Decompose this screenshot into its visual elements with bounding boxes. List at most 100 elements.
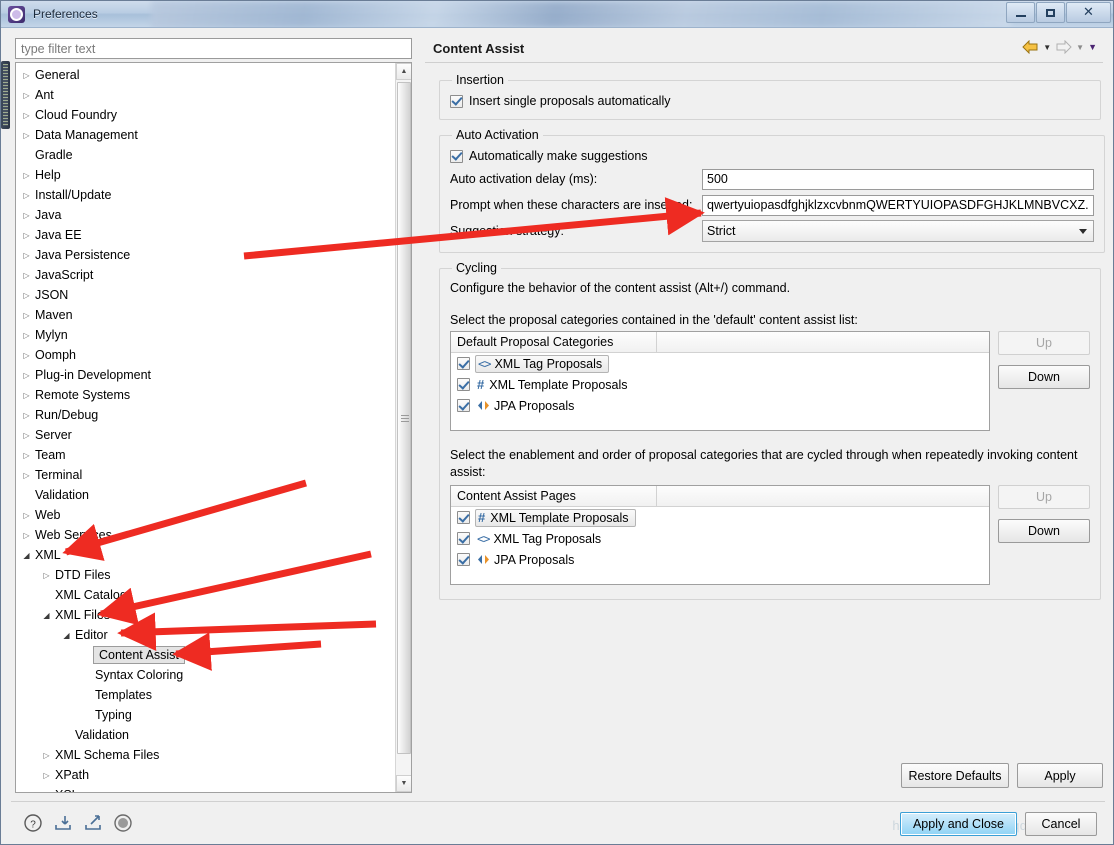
twisty-expanded-icon[interactable]: ◢ bbox=[60, 631, 73, 640]
export-icon[interactable] bbox=[83, 813, 103, 833]
table-row[interactable]: # XML Template Proposals bbox=[451, 374, 989, 395]
twisty-collapsed-icon[interactable]: ▷ bbox=[20, 371, 33, 380]
tree-item-dtd-files[interactable]: ▷ DTD Files bbox=[16, 565, 396, 585]
row-checkbox[interactable] bbox=[457, 378, 470, 391]
twisty-collapsed-icon[interactable]: ▷ bbox=[20, 111, 33, 120]
tree-item-team[interactable]: ▷ Team bbox=[16, 445, 396, 465]
prompt-characters-input[interactable]: qwertyuiopasdfghjklzxcvbnmQWERTYUIOPASDF… bbox=[702, 194, 1094, 216]
twisty-collapsed-icon[interactable]: ▷ bbox=[20, 171, 33, 180]
close-icon[interactable]: ✕ bbox=[1066, 2, 1111, 23]
cancel-button[interactable]: Cancel bbox=[1025, 812, 1097, 836]
minimize-icon[interactable] bbox=[1006, 2, 1035, 23]
twisty-collapsed-icon[interactable]: ▷ bbox=[20, 311, 33, 320]
twisty-expanded-icon[interactable]: ◢ bbox=[40, 611, 53, 620]
tree-item-ant[interactable]: ▷ Ant bbox=[16, 85, 396, 105]
tree-item-xsl[interactable]: ▷XSL bbox=[16, 785, 396, 793]
tree-item-xml[interactable]: ◢ XML bbox=[16, 545, 396, 565]
tree-item-xml-catalog[interactable]: XML Catalog bbox=[16, 585, 396, 605]
twisty-collapsed-icon[interactable]: ▷ bbox=[20, 391, 33, 400]
tree-item-xpath[interactable]: ▷ XPath bbox=[16, 765, 396, 785]
tree-item-javascript[interactable]: ▷ JavaScript bbox=[16, 265, 396, 285]
restore-defaults-button[interactable]: Restore Defaults bbox=[901, 763, 1009, 788]
twisty-collapsed-icon[interactable]: ▷ bbox=[20, 511, 33, 520]
tree-item-java[interactable]: ▷ Java bbox=[16, 205, 396, 225]
back-dropdown-icon[interactable]: ▼ bbox=[1043, 43, 1051, 52]
twisty-collapsed-icon[interactable]: ▷ bbox=[20, 411, 33, 420]
forward-dropdown-icon[interactable]: ▼ bbox=[1076, 43, 1084, 52]
import-icon[interactable] bbox=[53, 813, 73, 833]
default-up-button[interactable]: Up bbox=[998, 331, 1090, 355]
table-row[interactable]: JPA Proposals bbox=[451, 549, 989, 570]
tree-item-typing[interactable]: Typing bbox=[16, 705, 396, 725]
tree-item-templates[interactable]: Templates bbox=[16, 685, 396, 705]
tree-item-json[interactable]: ▷ JSON bbox=[16, 285, 396, 305]
tree-item-general[interactable]: ▷ General bbox=[16, 65, 396, 85]
tree-item-validation[interactable]: Validation bbox=[16, 725, 396, 745]
twisty-collapsed-icon[interactable]: ▷ bbox=[40, 791, 53, 793]
twisty-collapsed-icon[interactable]: ▷ bbox=[20, 451, 33, 460]
maximize-icon[interactable] bbox=[1036, 2, 1065, 23]
twisty-collapsed-icon[interactable]: ▷ bbox=[20, 71, 33, 80]
twisty-collapsed-icon[interactable]: ▷ bbox=[20, 471, 33, 480]
twisty-collapsed-icon[interactable]: ▷ bbox=[20, 331, 33, 340]
tree-item-mylyn[interactable]: ▷ Mylyn bbox=[16, 325, 396, 345]
help-icon[interactable]: ? bbox=[23, 813, 43, 833]
tree-item-validation[interactable]: Validation bbox=[16, 485, 396, 505]
dropdown-menu-icon[interactable]: ▼ bbox=[1088, 42, 1097, 52]
default-proposal-categories-table[interactable]: Default Proposal Categories <> XML Tag Pr… bbox=[450, 331, 990, 431]
twisty-collapsed-icon[interactable]: ▷ bbox=[40, 751, 53, 760]
apply-and-close-button[interactable]: Apply and Close bbox=[899, 812, 1017, 836]
twisty-collapsed-icon[interactable]: ▷ bbox=[20, 231, 33, 240]
twisty-collapsed-icon[interactable]: ▷ bbox=[20, 131, 33, 140]
tree-item-content-assist[interactable]: Content Assist bbox=[16, 645, 396, 665]
tree-item-server[interactable]: ▷ Server bbox=[16, 425, 396, 445]
tree-item-plug-in-development[interactable]: ▷ Plug-in Development bbox=[16, 365, 396, 385]
tree-item-xml-schema-files[interactable]: ▷ XML Schema Files bbox=[16, 745, 396, 765]
forward-arrow-icon[interactable] bbox=[1055, 39, 1072, 55]
tree-item-install-update[interactable]: ▷ Install/Update bbox=[16, 185, 396, 205]
twisty-collapsed-icon[interactable]: ▷ bbox=[40, 771, 53, 780]
table-row[interactable]: JPA Proposals bbox=[451, 395, 989, 416]
table-row[interactable]: # XML Template Proposals bbox=[451, 507, 989, 528]
row-checkbox[interactable] bbox=[457, 511, 470, 524]
twisty-collapsed-icon[interactable]: ▷ bbox=[20, 211, 33, 220]
search-input[interactable]: type filter text bbox=[15, 38, 412, 59]
insert-single-proposals-row[interactable]: Insert single proposals automatically bbox=[450, 91, 1090, 111]
scroll-up-icon[interactable]: ▲ bbox=[396, 63, 411, 80]
tree-item-web[interactable]: ▷ Web bbox=[16, 505, 396, 525]
back-arrow-icon[interactable] bbox=[1022, 39, 1039, 55]
record-icon[interactable] bbox=[113, 813, 133, 833]
scrollbar-thumb[interactable] bbox=[397, 82, 411, 754]
row-checkbox[interactable] bbox=[457, 357, 470, 370]
twisty-collapsed-icon[interactable]: ▷ bbox=[20, 291, 33, 300]
cycle-up-button[interactable]: Up bbox=[998, 485, 1090, 509]
tree-scrollbar[interactable]: ▲ ▼ bbox=[395, 63, 411, 792]
tree-item-java-persistence[interactable]: ▷ Java Persistence bbox=[16, 245, 396, 265]
tree-item-web-services[interactable]: ▷ Web Services bbox=[16, 525, 396, 545]
tree-item-xml-files[interactable]: ◢ XML Files bbox=[16, 605, 396, 625]
auto-suggest-row[interactable]: Automatically make suggestions bbox=[450, 146, 1094, 166]
twisty-collapsed-icon[interactable]: ▷ bbox=[20, 351, 33, 360]
row-checkbox[interactable] bbox=[457, 553, 470, 566]
twisty-collapsed-icon[interactable]: ▷ bbox=[20, 431, 33, 440]
twisty-collapsed-icon[interactable]: ▷ bbox=[40, 571, 53, 580]
cycle-down-button[interactable]: Down bbox=[998, 519, 1090, 543]
tree-item-oomph[interactable]: ▷ Oomph bbox=[16, 345, 396, 365]
apply-button[interactable]: Apply bbox=[1017, 763, 1103, 788]
tree-item-editor[interactable]: ◢ Editor bbox=[16, 625, 396, 645]
tree-item-run-debug[interactable]: ▷ Run/Debug bbox=[16, 405, 396, 425]
tree-item-remote-systems[interactable]: ▷ Remote Systems bbox=[16, 385, 396, 405]
twisty-collapsed-icon[interactable]: ▷ bbox=[20, 251, 33, 260]
tree-item-syntax-coloring[interactable]: Syntax Coloring bbox=[16, 665, 396, 685]
content-assist-pages-table[interactable]: Content Assist Pages # XML Template Propo… bbox=[450, 485, 990, 585]
twisty-collapsed-icon[interactable]: ▷ bbox=[20, 271, 33, 280]
suggestion-strategy-select[interactable]: Strict bbox=[702, 220, 1094, 242]
table-row[interactable]: <> XML Tag Proposals bbox=[451, 353, 989, 374]
auto-suggest-checkbox[interactable] bbox=[450, 149, 463, 163]
row-checkbox[interactable] bbox=[457, 532, 470, 545]
twisty-collapsed-icon[interactable]: ▷ bbox=[20, 191, 33, 200]
insert-single-proposals-checkbox[interactable] bbox=[450, 94, 463, 108]
tree-item-java-ee[interactable]: ▷ Java EE bbox=[16, 225, 396, 245]
tree-item-help[interactable]: ▷ Help bbox=[16, 165, 396, 185]
twisty-collapsed-icon[interactable]: ▷ bbox=[20, 531, 33, 540]
